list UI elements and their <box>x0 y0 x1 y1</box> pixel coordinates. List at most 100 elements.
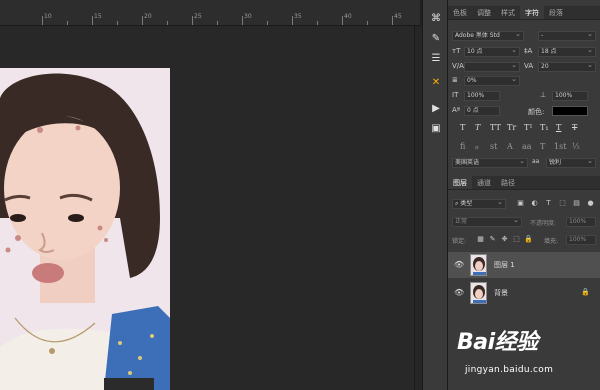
lock-artboard-icon[interactable]: ⬚ <box>512 235 521 244</box>
brush-icon[interactable]: ✎ <box>427 30 445 46</box>
baidu-jingyan-watermark: Bai经验 jingyan.baidu.com <box>455 318 600 390</box>
discretionary-ligature-button[interactable]: st <box>490 142 497 151</box>
portrait-photo[interactable] <box>0 68 170 390</box>
visibility-eye-icon[interactable]: 👁 <box>454 260 464 269</box>
lock-transparent-icon[interactable]: ▦ <box>476 235 485 244</box>
ligature-button[interactable]: fi <box>460 142 465 151</box>
adjust-sliders-icon[interactable]: ☰ <box>427 50 445 66</box>
ruler-tick <box>342 16 343 25</box>
layer-name[interactable]: 图层 1 <box>494 260 515 270</box>
ruler-tick <box>67 21 68 25</box>
faux-bold-button[interactable]: T <box>460 123 465 132</box>
small-caps-button[interactable]: Tr <box>507 123 516 132</box>
lock-image-icon[interactable]: ✎ <box>488 235 497 244</box>
canvas-scrollbar[interactable] <box>414 26 422 390</box>
horizontal-ruler: 10 15 20 25 30 35 40 45 <box>0 0 420 26</box>
tools-cross-icon[interactable]: ✕ <box>427 74 445 90</box>
underline-button[interactable]: T <box>556 123 561 132</box>
character-panel-tabs: 色板 调整 样式 字符 段落 <box>448 6 600 20</box>
lock-label: 锁定: <box>452 238 467 245</box>
text-color-swatch[interactable] <box>552 106 588 116</box>
visibility-eye-icon[interactable]: 👁 <box>454 288 464 297</box>
strikethrough-button[interactable]: T <box>572 123 577 132</box>
tab-paragraph[interactable]: 段落 <box>544 6 568 19</box>
titling-alt-button[interactable]: T <box>540 142 545 151</box>
play-icon[interactable]: ▶ <box>427 100 445 116</box>
tracking-icon: VA <box>524 62 534 70</box>
filter-smartobject-icon[interactable]: ▤ <box>572 199 581 208</box>
layer-row-layer1[interactable]: 👁 图层 1 <box>448 252 600 278</box>
tab-character[interactable]: 字符 <box>520 6 544 19</box>
filter-shape-icon[interactable]: ⬚ <box>558 199 567 208</box>
fill-field[interactable]: 100% <box>566 235 596 245</box>
ruler-tick <box>267 21 268 25</box>
superscript-button[interactable]: T¹ <box>524 123 533 132</box>
tracking-field[interactable]: 20 <box>538 62 596 72</box>
leading-icon: ‡A <box>524 47 533 55</box>
tab-styles[interactable]: 样式 <box>496 6 520 19</box>
language-select[interactable]: 美国英语 <box>452 158 528 168</box>
antialias-select[interactable]: 锐利 <box>546 158 596 168</box>
tab-channels[interactable]: 通道 <box>472 176 496 189</box>
ruler-tick <box>92 16 93 25</box>
ruler-tick <box>192 16 193 25</box>
filter-type-icon[interactable]: T <box>544 199 553 208</box>
info-icon[interactable]: ▣ <box>427 120 445 136</box>
horizontal-scale-field[interactable]: 100% <box>552 91 588 101</box>
ruler-label: 20 <box>144 13 152 20</box>
baseline-shift-field[interactable]: 0 点 <box>464 106 500 116</box>
vertical-scale-field[interactable]: 100% <box>464 91 500 101</box>
watermark-url: jingyan.baidu.com <box>465 365 554 375</box>
ruler-label: 30 <box>244 13 252 20</box>
kerning-field[interactable] <box>464 62 520 72</box>
leading-field[interactable]: 18 点 <box>538 47 596 57</box>
contextual-alt-button[interactable]: ℴ <box>475 142 479 151</box>
filter-pixel-icon[interactable]: ▣ <box>516 199 525 208</box>
ruler-label: 10 <box>44 13 52 20</box>
ruler-tick <box>217 21 218 25</box>
ruler-tick <box>367 21 368 25</box>
tsume-field[interactable]: 0% <box>464 76 520 86</box>
tab-swatches[interactable]: 色板 <box>448 6 472 19</box>
watermark-logo: Bai经验 <box>457 330 538 355</box>
filter-toggle-icon[interactable]: ● <box>586 199 595 208</box>
font-family-select[interactable]: Adobe 黑体 Std <box>452 31 524 41</box>
all-caps-button[interactable]: TT <box>490 123 501 132</box>
panel-icon-strip: ⌘ ✎ ☰ ✕ ▶ ▣ <box>422 0 448 390</box>
layer-thumbnail <box>470 254 487 276</box>
layer-name[interactable]: 背景 <box>494 288 508 298</box>
tab-layers[interactable]: 图层 <box>448 176 472 189</box>
ruler-label: 45 <box>394 13 402 20</box>
ordinals-button[interactable]: 1st <box>554 142 566 151</box>
font-size-icon: ᴛT <box>452 47 461 55</box>
ruler-tick <box>292 16 293 25</box>
swash-button[interactable]: A <box>507 142 513 151</box>
lock-position-icon[interactable]: ✥ <box>500 235 509 244</box>
color-label: 颜色: <box>528 108 545 116</box>
font-style-select[interactable]: - <box>538 31 596 41</box>
vertical-scale-icon: IT <box>452 91 459 99</box>
layers-panel-tabs: 图层 通道 路径 <box>448 176 600 190</box>
blend-mode-select[interactable]: 正常 <box>452 217 522 227</box>
lock-icon: 🔒 <box>581 288 590 296</box>
tab-paths[interactable]: 路径 <box>496 176 520 189</box>
layer-thumbnail <box>470 282 487 304</box>
lock-all-icon[interactable]: 🔒 <box>524 235 533 244</box>
fractions-button[interactable]: ½ <box>572 142 580 151</box>
fill-label: 填充: <box>544 238 559 245</box>
ruler-tick <box>317 21 318 25</box>
baseline-shift-icon: Aª <box>452 106 461 114</box>
faux-italic-button[interactable]: T <box>475 123 480 132</box>
ruler-tick <box>392 16 393 25</box>
stylistic-alt-button[interactable]: aa <box>522 142 532 151</box>
filter-adjustment-icon[interactable]: ◐ <box>530 199 539 208</box>
opacity-field[interactable]: 100% <box>566 217 596 227</box>
horizontal-scale-icon: ⊥ <box>540 91 547 99</box>
layer-row-background[interactable]: 👁 背景 🔒 <box>448 280 600 306</box>
tab-adjustments[interactable]: 调整 <box>472 6 496 19</box>
ruler-tick <box>117 21 118 25</box>
document-canvas[interactable] <box>0 26 416 390</box>
subscript-button[interactable]: T₁ <box>540 123 549 132</box>
font-size-field[interactable]: 10 点 <box>464 47 520 57</box>
history-icon[interactable]: ⌘ <box>427 10 445 26</box>
